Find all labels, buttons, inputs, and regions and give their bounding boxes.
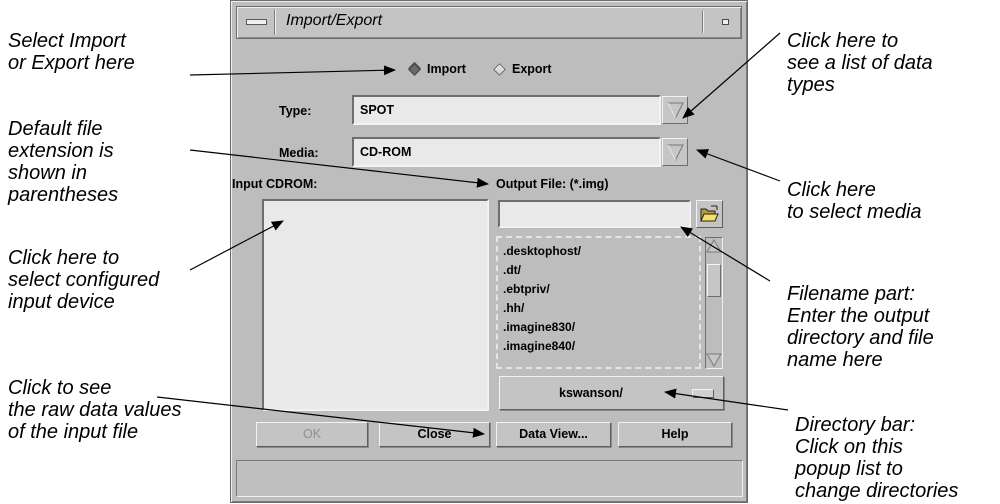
annotation-filename-part: Filename part: Enter the output director… xyxy=(787,283,934,371)
list-item[interactable]: .ebtpriv/ xyxy=(503,282,550,296)
close-button[interactable]: Close xyxy=(379,422,490,447)
annotation-default-extension: Default file extension is shown in paren… xyxy=(8,118,119,206)
file-list-scrollbar[interactable] xyxy=(705,237,723,369)
annotation-data-types: Click here to see a list of data types xyxy=(787,30,933,96)
media-field[interactable]: CD-ROM xyxy=(352,137,661,167)
input-cdrom-label: Input CDROM: xyxy=(232,177,318,191)
list-item[interactable]: .hh/ xyxy=(503,301,524,315)
export-radio-label[interactable]: Export xyxy=(512,62,552,76)
type-field[interactable]: SPOT xyxy=(352,95,661,125)
triangle-down-icon xyxy=(667,102,684,119)
list-item[interactable]: .imagine830/ xyxy=(503,320,575,334)
window-menu-icon[interactable] xyxy=(239,9,275,35)
title-bar[interactable]: Import/Export xyxy=(236,6,742,39)
status-bar xyxy=(236,460,743,497)
media-value: CD-ROM xyxy=(360,145,412,159)
popup-indicator-icon xyxy=(692,389,714,398)
annotation-select-import-export: Select Import or Export here xyxy=(8,30,135,74)
data-view-button[interactable]: Data View... xyxy=(496,422,611,447)
directory-label: kswanson/ xyxy=(559,386,623,400)
type-dropdown-button[interactable] xyxy=(662,96,688,124)
import-radio-indicator[interactable] xyxy=(408,63,421,76)
output-file-list[interactable]: .desktophost/ .dt/ .ebtpriv/ .hh/ .imagi… xyxy=(496,236,701,369)
input-device-list[interactable] xyxy=(262,199,489,411)
annotation-select-media: Click here to select media xyxy=(787,179,922,223)
help-button[interactable]: Help xyxy=(618,422,732,447)
type-label: Type: xyxy=(279,104,312,118)
annotation-directory-bar: Directory bar: Click on this popup list … xyxy=(795,414,959,502)
media-label: Media: xyxy=(279,146,319,160)
output-file-label: Output File: (*.img) xyxy=(496,177,609,191)
scroll-down-arrow-icon[interactable] xyxy=(706,353,722,367)
triangle-down-icon xyxy=(667,144,684,161)
list-item[interactable]: .desktophost/ xyxy=(503,244,581,258)
open-folder-icon xyxy=(700,205,719,222)
type-value: SPOT xyxy=(360,103,395,117)
window-title: Import/Export xyxy=(286,12,383,29)
import-export-dialog: Import/Export Import Export Type: SPOT M… xyxy=(230,0,748,503)
output-filename-input[interactable] xyxy=(498,200,691,228)
ok-button[interactable]: OK xyxy=(256,422,368,447)
scrollbar-thumb[interactable] xyxy=(707,264,721,297)
title-separator xyxy=(702,11,703,33)
list-item[interactable]: .imagine840/ xyxy=(503,339,575,353)
scroll-up-arrow-icon[interactable] xyxy=(706,239,722,253)
media-dropdown-button[interactable] xyxy=(662,138,688,166)
annotation-raw-data: Click to see the raw data values of the … xyxy=(8,377,182,443)
export-radio-indicator[interactable] xyxy=(493,63,506,76)
annotation-select-input-device: Click here to select configured input de… xyxy=(8,247,160,313)
list-item[interactable]: .dt/ xyxy=(503,263,521,277)
import-radio-label[interactable]: Import xyxy=(427,62,466,76)
open-folder-button[interactable] xyxy=(696,200,723,228)
minimize-icon[interactable] xyxy=(711,11,737,32)
directory-bar[interactable]: kswanson/ xyxy=(499,376,724,410)
